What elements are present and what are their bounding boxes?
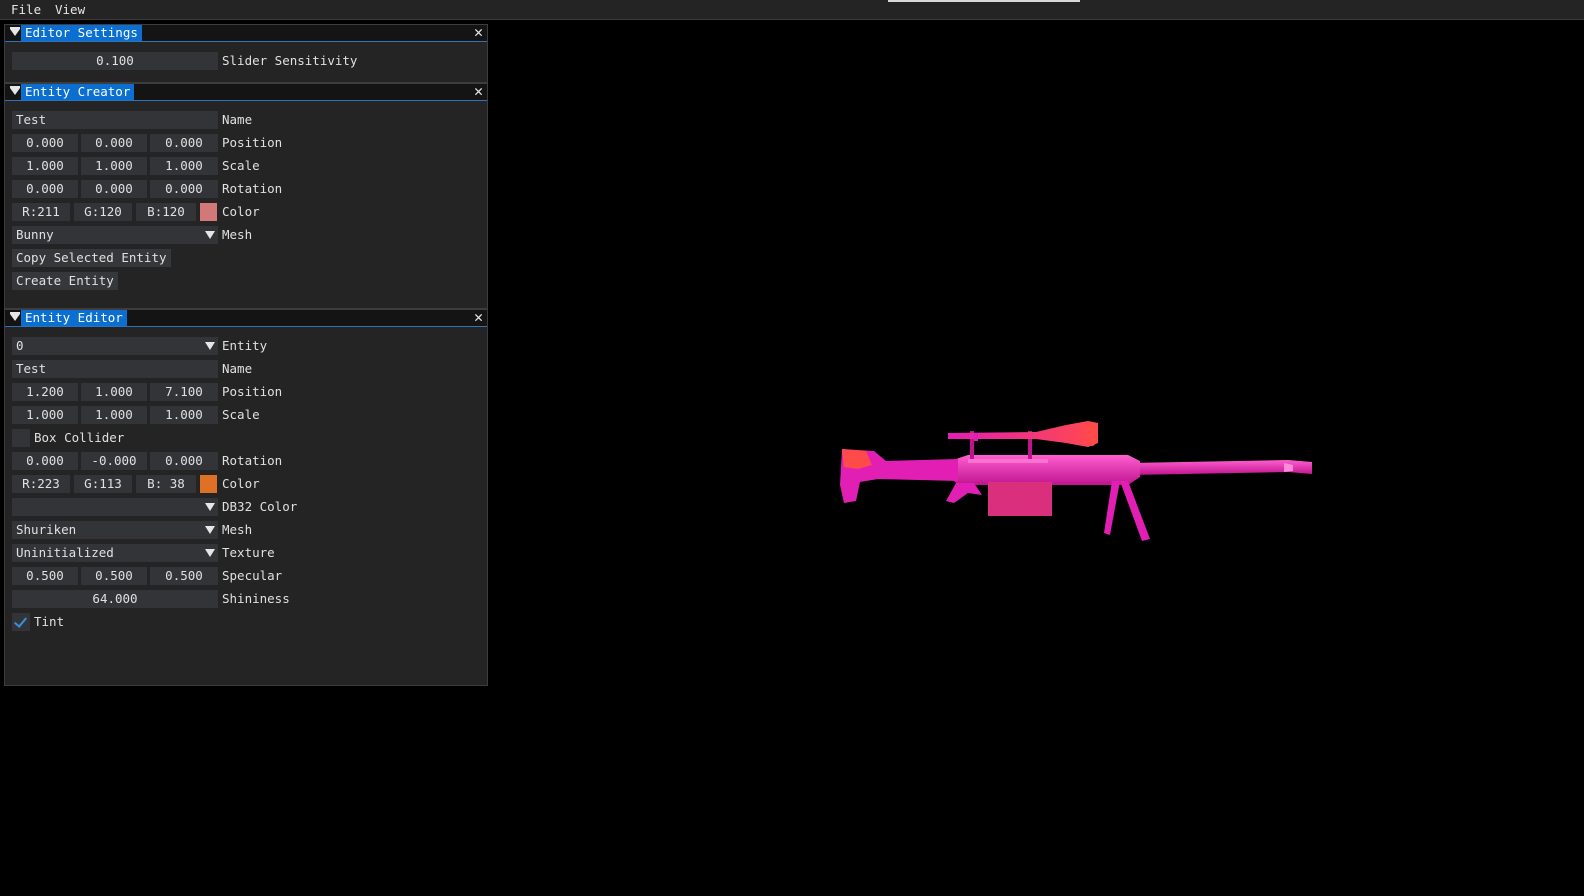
position-label: Position [222,384,283,399]
entity-editor-panel: Entity Editor ✕ 0 Entity Test Name 1.200… [4,309,488,686]
dropdown-arrow-icon [205,231,215,239]
name-label: Name [222,361,253,376]
rotation-x-input[interactable]: 0.000 [12,180,78,198]
sniper-rifle-model [840,421,1312,541]
dropdown-arrow-icon [205,526,215,534]
entity-value: 0 [16,338,24,353]
rotation-z-input[interactable]: 0.000 [150,180,218,198]
specular-b-input[interactable]: 0.500 [150,567,218,585]
scene-viewport[interactable] [488,19,1584,893]
panel-title: Editor Settings [21,25,142,41]
panel-title-bar[interactable]: Editor Settings ✕ [5,24,487,42]
name-label: Name [222,112,253,127]
rotation-x-input[interactable]: 0.000 [12,452,78,470]
scale-y-input[interactable]: 1.000 [81,406,147,424]
menu-view[interactable]: View [55,2,85,17]
entity-label: Entity [222,338,268,353]
tint-label: Tint [34,614,65,629]
position-y-input[interactable]: 1.000 [81,383,147,401]
box-collider-checkbox[interactable] [12,429,30,447]
mesh-value: Shuriken [16,522,77,537]
position-z-input[interactable]: 0.000 [150,134,218,152]
color-b-input[interactable]: B: 38 [136,475,196,493]
copy-selected-entity-button[interactable]: Copy Selected Entity [12,249,171,267]
scale-y-input[interactable]: 1.000 [81,157,147,175]
position-y-input[interactable]: 0.000 [81,134,147,152]
panel-title-bar[interactable]: Entity Editor ✕ [5,309,487,327]
rotation-z-input[interactable]: 0.000 [150,452,218,470]
color-label: Color [222,476,260,491]
collapse-icon[interactable] [7,25,21,41]
texture-dropdown[interactable]: Uninitialized [12,544,218,562]
color-g-input[interactable]: G:120 [74,203,132,221]
color-swatch[interactable] [200,475,217,493]
dropdown-arrow-icon [205,503,215,511]
name-input[interactable]: Test [12,111,218,129]
tint-checkbox[interactable] [12,613,30,631]
scale-x-input[interactable]: 1.000 [12,406,78,424]
position-x-input[interactable]: 1.200 [12,383,78,401]
dropdown-arrow-icon [205,342,215,350]
mesh-label: Mesh [222,227,253,242]
db32-color-dropdown[interactable] [12,498,218,516]
specular-g-input[interactable]: 0.500 [81,567,147,585]
entity-dropdown[interactable]: 0 [12,337,218,355]
collapse-icon[interactable] [7,84,21,100]
texture-label: Texture [222,545,275,560]
shininess-input[interactable]: 64.000 [12,590,218,608]
scale-label: Scale [222,158,260,173]
rotation-label: Rotation [222,453,283,468]
shininess-label: Shininess [222,591,290,606]
mesh-value: Bunny [16,227,54,242]
box-collider-label: Box Collider [34,430,125,445]
color-g-input[interactable]: G:113 [74,475,132,493]
editor-settings-panel: Editor Settings ✕ 0.100 Slider Sensitivi… [4,24,488,83]
scale-label: Scale [222,407,260,422]
create-entity-button[interactable]: Create Entity [12,272,118,290]
color-swatch[interactable] [200,203,217,221]
position-z-input[interactable]: 7.100 [150,383,218,401]
color-b-input[interactable]: B:120 [136,203,196,221]
rotation-y-input[interactable]: 0.000 [81,180,147,198]
panel-title: Entity Editor [21,310,127,326]
position-x-input[interactable]: 0.000 [12,134,78,152]
rotation-label: Rotation [222,181,283,196]
entity-creator-panel: Entity Creator ✕ Test Name 0.000 0.000 0… [4,83,488,309]
close-icon[interactable]: ✕ [474,309,483,326]
name-input[interactable]: Test [12,360,218,378]
menubar-highlight [888,0,1080,2]
scale-z-input[interactable]: 1.000 [150,406,218,424]
menu-file[interactable]: File [11,2,41,17]
mesh-dropdown[interactable]: Bunny [12,226,218,244]
mesh-dropdown[interactable]: Shuriken [12,521,218,539]
color-r-input[interactable]: R:211 [12,203,70,221]
scale-z-input[interactable]: 1.000 [150,157,218,175]
dropdown-arrow-icon [205,549,215,557]
menu-bar: File View [0,0,1584,20]
rotation-y-input[interactable]: -0.000 [81,452,147,470]
panel-title-bar[interactable]: Entity Creator ✕ [5,83,487,101]
scale-x-input[interactable]: 1.000 [12,157,78,175]
position-label: Position [222,135,283,150]
color-label: Color [222,204,260,219]
db32-color-label: DB32 Color [222,499,298,514]
color-r-input[interactable]: R:223 [12,475,70,493]
slider-sensitivity-input[interactable]: 0.100 [12,52,218,70]
close-icon[interactable]: ✕ [474,83,483,100]
mesh-label: Mesh [222,522,253,537]
collapse-icon[interactable] [7,310,21,326]
panel-title: Entity Creator [21,84,135,100]
specular-r-input[interactable]: 0.500 [12,567,78,585]
texture-value: Uninitialized [16,545,114,560]
specular-label: Specular [222,568,283,583]
slider-sensitivity-label: Slider Sensitivity [222,53,358,68]
close-icon[interactable]: ✕ [474,24,483,41]
checkmark-icon [13,614,28,628]
